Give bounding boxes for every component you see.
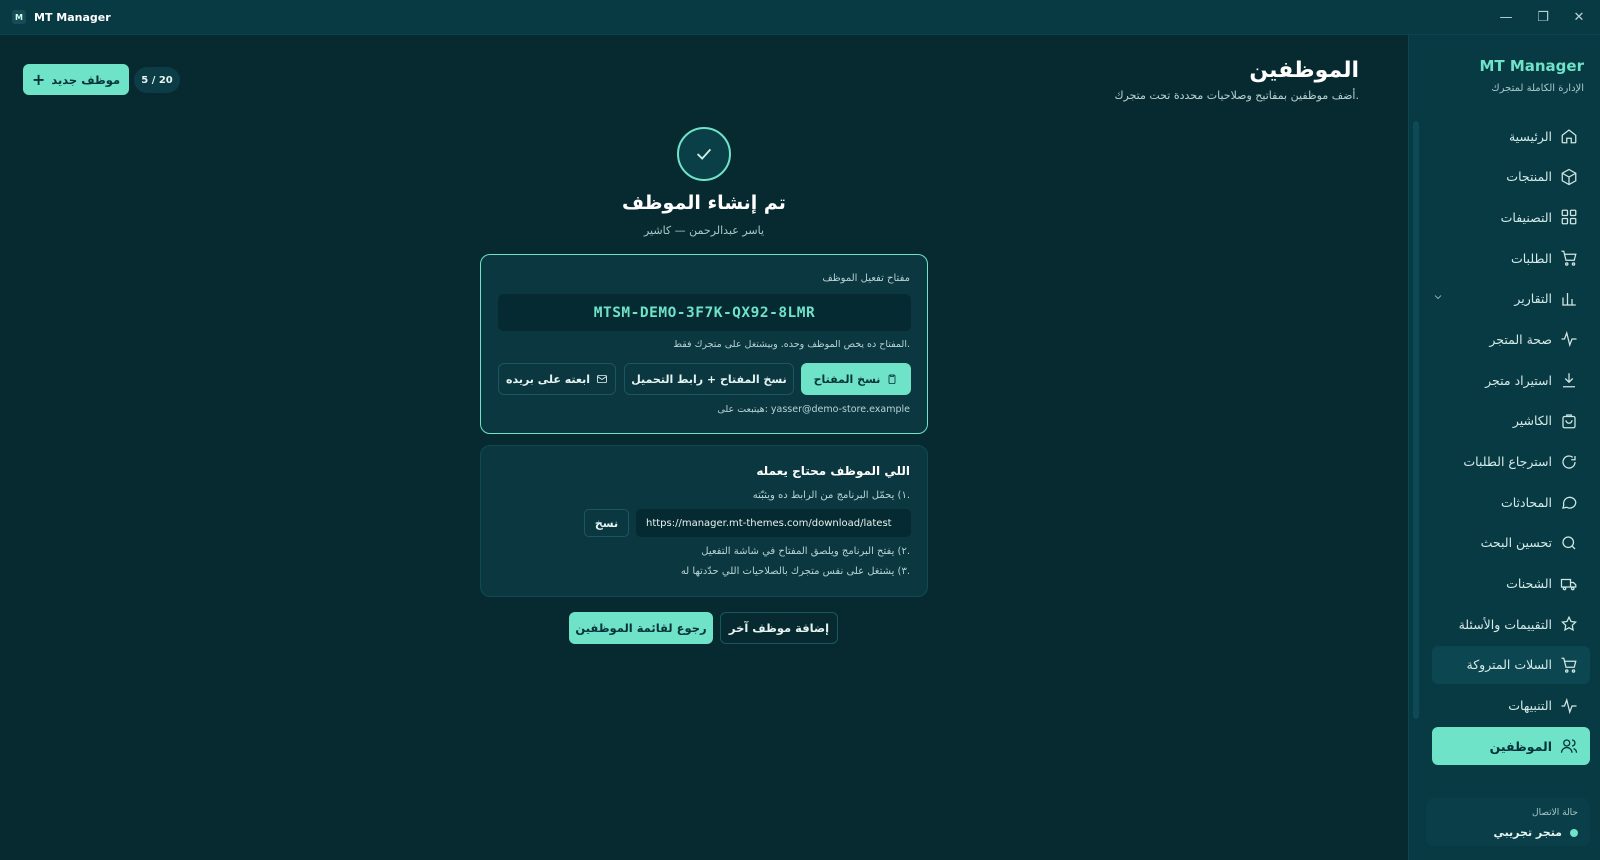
brand-name: MT Manager: [1479, 57, 1584, 75]
sidebar-item-returns[interactable]: استرجاع الطلبات: [1432, 443, 1590, 481]
minimize-icon[interactable]: —: [1496, 8, 1516, 26]
sidebar-item-label: التصنيفات: [1500, 209, 1552, 225]
sidebar-item-abandoned-carts[interactable]: السلات المتروكة: [1432, 645, 1590, 684]
sidebar-item-shipments[interactable]: الشحنات: [1432, 565, 1590, 603]
cart-icon: [1560, 249, 1578, 267]
status-dot-icon: [1570, 829, 1578, 837]
success-subtitle: ياسر عبدالرحمن — كاشير: [643, 224, 765, 237]
copy-key-label: نسخ المفتاح: [813, 372, 881, 386]
step-3: ٣) يشتغل على نفس متجرك بالصلاحيات اللي ح…: [680, 566, 910, 577]
connection-status: متجر تجريبي: [1493, 826, 1562, 839]
app-logo-icon: M: [12, 10, 26, 24]
sidebar-item-label: التقارير: [1514, 291, 1552, 307]
window-title: MT Manager: [34, 11, 111, 24]
send-email-label: ابعته على بريده: [505, 372, 590, 386]
back-to-employees-button[interactable]: رجوع لقائمة الموظفين: [569, 612, 713, 644]
step-2: ٢) يفتح البرنامج ويلصق المفتاح في شاشة ا…: [701, 546, 910, 557]
sidebar-item-label: السلات المتروكة: [1466, 657, 1553, 673]
new-employee-button[interactable]: + موظف جديد: [23, 64, 129, 95]
success-check-icon: [677, 127, 731, 181]
sidebar-item-products[interactable]: المنتجات: [1432, 158, 1590, 196]
download-url-field[interactable]: https://manager.mt-themes.com/download/l…: [636, 509, 911, 537]
key-note: المفتاح ده يخص الموظف وحده. وبيشتغل على …: [673, 339, 910, 350]
sidebar-item-label: المنتجات: [1506, 169, 1552, 185]
close-icon[interactable]: ✕: [1569, 8, 1589, 26]
copy-url-button[interactable]: نسخ: [584, 509, 629, 537]
sidebar-item-label: استرجاع الطلبات: [1463, 454, 1552, 469]
chat-icon: [1560, 493, 1578, 511]
search-icon: [1560, 534, 1578, 552]
key-label: مفتاح تفعيل الموظف: [822, 273, 910, 284]
chevron-down-icon[interactable]: [1432, 291, 1446, 305]
sidebar: MT Manager الإدارة الكاملة لمتجرك الرئيس…: [1408, 35, 1600, 860]
refresh-icon: [1560, 453, 1578, 471]
sidebar-item-label: المحادثات: [1500, 494, 1552, 510]
activation-key-value[interactable]: MTSM-DEMO-3F7K-QX92-8LMR: [498, 294, 911, 331]
brand-tagline: الإدارة الكاملة لمتجرك: [1491, 83, 1584, 94]
sidebar-item-home[interactable]: الرئيسية: [1432, 117, 1590, 155]
sidebar-item-cashier[interactable]: الكاشير: [1432, 402, 1590, 440]
clipboard-icon: [888, 374, 896, 384]
sidebar-item-reviews[interactable]: التقييمات والأسئلة: [1432, 605, 1590, 643]
truck-icon: [1560, 575, 1578, 593]
pulse-icon: [1560, 330, 1578, 348]
plus-icon: +: [31, 69, 46, 89]
sidebar-item-label: الشحنات: [1506, 576, 1552, 592]
connection-status-panel: حالة الاتصال متجر تجريبي: [1426, 798, 1590, 846]
sidebar-item-label: الكاشير: [1512, 413, 1552, 429]
step-1: ١) يحمّل البرنامج من الرابط ده ويثبّته.: [752, 490, 910, 501]
box-icon: [1560, 168, 1578, 186]
add-another-employee-button[interactable]: إضافة موظف آخر: [720, 612, 838, 644]
sidebar-item-label: صحة المتجر: [1489, 331, 1552, 347]
sidebar-item-label: الطلبات: [1510, 250, 1552, 266]
users-icon: [1560, 737, 1578, 755]
copy-key-link-label: نسخ المفتاح + رابط التحميل: [631, 372, 787, 386]
success-title: تم إنشاء الموظف: [622, 192, 786, 214]
bar-chart-icon: [1560, 290, 1578, 308]
sidebar-item-store-health[interactable]: صحة المتجر: [1432, 320, 1590, 358]
bag-icon: [1560, 412, 1578, 430]
send-email-button[interactable]: ابعته على بريده: [498, 363, 616, 395]
mail-icon: [597, 375, 607, 383]
sidebar-item-reports[interactable]: التقارير: [1432, 280, 1590, 318]
grid-icon: [1560, 208, 1578, 226]
sidebar-item-label: تحسين البحث: [1480, 535, 1552, 551]
restore-icon[interactable]: ❐: [1533, 8, 1553, 26]
page-subtitle: أضف موظفين بمفاتيح وصلاحيات محددة تحت مت…: [1114, 89, 1359, 102]
copy-key-button[interactable]: نسخ المفتاح: [801, 363, 911, 395]
sidebar-item-categories[interactable]: التصنيفات: [1432, 198, 1590, 236]
employee-steps-card: اللي الموظف محتاج يعمله ١) يحمّل البرنام…: [480, 445, 928, 597]
send-note: هيتبعت على: yasser@demo-store.example: [717, 404, 910, 415]
new-employee-label: موظف جديد: [51, 72, 121, 87]
sidebar-item-label: التنبيهات: [1508, 698, 1552, 714]
sidebar-item-search-optimization[interactable]: تحسين البحث: [1432, 524, 1590, 562]
sidebar-item-label: الرئيسية: [1508, 128, 1552, 144]
activation-key-card: مفتاح تفعيل الموظف MTSM-DEMO-3F7K-QX92-8…: [480, 254, 928, 434]
page-title: الموظفين: [1249, 58, 1359, 83]
sidebar-item-label: التقييمات والأسئلة: [1458, 616, 1552, 632]
connection-label: حالة الاتصال: [1532, 808, 1578, 818]
sidebar-item-label: الموظفين: [1489, 738, 1552, 754]
employee-count-badge: 5 / 20: [134, 67, 180, 93]
sidebar-item-conversations[interactable]: المحادثات: [1432, 483, 1590, 521]
sidebar-item-label: استيراد متجر: [1485, 372, 1552, 388]
pulse-icon: [1560, 697, 1578, 715]
sidebar-item-alerts[interactable]: التنبيهات: [1432, 687, 1590, 725]
sidebar-item-employees[interactable]: الموظفين: [1432, 727, 1590, 766]
sidebar-item-import-store[interactable]: استيراد متجر: [1432, 361, 1590, 399]
cart-icon: [1560, 656, 1578, 674]
copy-key-and-link-button[interactable]: نسخ المفتاح + رابط التحميل: [624, 363, 794, 395]
home-icon: [1560, 127, 1578, 145]
sidebar-scrollbar[interactable]: [1413, 121, 1419, 719]
steps-title: اللي الموظف محتاج يعمله: [756, 464, 910, 478]
sidebar-item-orders[interactable]: الطلبات: [1432, 239, 1590, 277]
sidebar-nav: الرئيسية المنتجات التصنيفات الطلبات التق…: [1432, 117, 1590, 768]
star-icon: [1560, 615, 1578, 633]
download-icon: [1560, 371, 1578, 389]
title-bar: M MT Manager — ❐ ✕: [0, 0, 1600, 35]
